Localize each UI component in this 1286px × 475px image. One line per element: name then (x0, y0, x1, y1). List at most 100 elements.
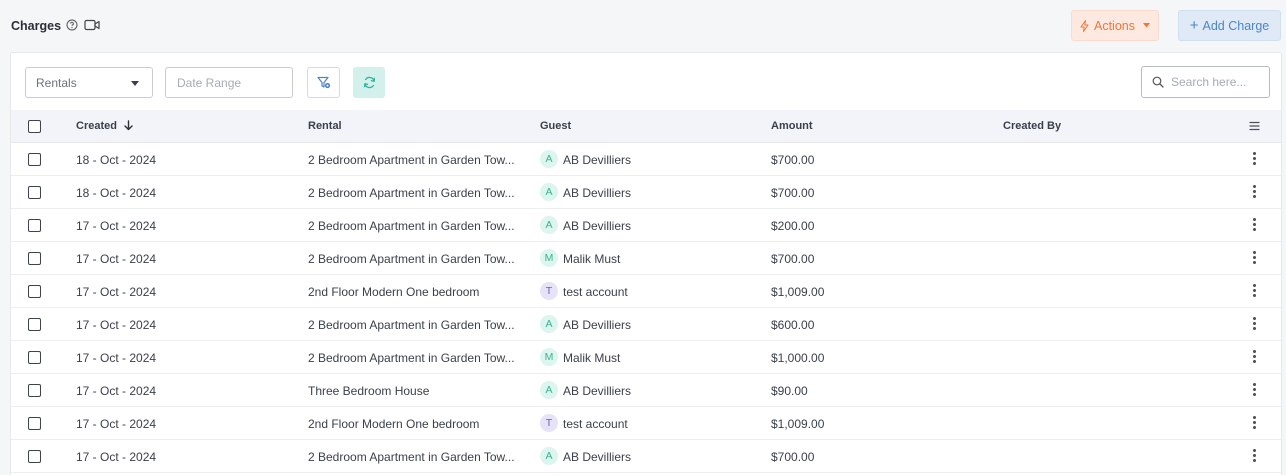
cell-guest[interactable]: AB Devilliers (563, 219, 631, 233)
cell-created: 18 - Oct - 2024 (76, 186, 157, 200)
guest-avatar: A (540, 315, 558, 333)
caret-down-icon (131, 81, 139, 86)
row-options-icon[interactable] (1251, 185, 1257, 199)
cell-rental[interactable]: Three Bedroom House (308, 384, 524, 398)
search-icon (1152, 76, 1164, 88)
refresh-icon (363, 76, 375, 89)
row-checkbox[interactable] (28, 384, 41, 397)
cell-guest[interactable]: test account (563, 417, 628, 431)
row-checkbox[interactable] (28, 351, 41, 364)
cell-created: 17 - Oct - 2024 (76, 417, 157, 431)
table-row[interactable]: 17 - Oct - 2024 2 Bedroom Apartment in Ga… (11, 209, 1281, 242)
row-checkbox[interactable] (28, 252, 41, 265)
guest-avatar: A (540, 381, 558, 399)
cell-amount: $700.00 (771, 252, 815, 266)
guest-avatar: A (540, 216, 558, 234)
filter-button[interactable] (307, 67, 340, 98)
guest-avatar: A (540, 447, 558, 465)
menu-lines-icon[interactable] (1249, 121, 1260, 131)
row-options-icon[interactable] (1251, 350, 1257, 364)
table-row[interactable]: 17 - Oct - 2024 Three Bedroom House A AB De… (11, 374, 1281, 407)
caret-down-icon (1143, 23, 1150, 28)
row-options-icon[interactable] (1251, 317, 1257, 331)
cell-guest[interactable]: AB Devilliers (563, 153, 631, 167)
cell-rental[interactable]: 2 Bedroom Apartment in Garden Tow... (308, 252, 524, 266)
cell-rental[interactable]: 2nd Floor Modern One bedroom (308, 285, 524, 299)
row-options-icon[interactable] (1251, 284, 1257, 298)
cell-created: 17 - Oct - 2024 (76, 318, 157, 332)
actions-label: Actions (1094, 18, 1135, 33)
column-rental[interactable]: Rental (308, 120, 342, 132)
cell-created: 17 - Oct - 2024 (76, 384, 157, 398)
column-guest[interactable]: Guest (540, 120, 571, 132)
table-row[interactable]: 17 - Oct - 2024 2 Bedroom Apartment in Ga… (11, 308, 1281, 341)
row-options-icon[interactable] (1251, 251, 1257, 265)
cell-amount: $700.00 (771, 186, 815, 200)
row-checkbox[interactable] (28, 417, 41, 430)
help-circle-icon[interactable] (66, 19, 78, 31)
video-camera-icon[interactable] (84, 19, 100, 31)
table-row[interactable]: 17 - Oct - 2024 2 Bedroom Apartment in Ga… (11, 242, 1281, 275)
actions-button[interactable]: Actions (1071, 10, 1159, 41)
cell-rental[interactable]: 2 Bedroom Apartment in Garden Tow... (308, 153, 524, 167)
row-checkbox[interactable] (28, 219, 41, 232)
cell-guest[interactable]: AB Devilliers (563, 318, 631, 332)
row-checkbox[interactable] (28, 186, 41, 199)
row-checkbox[interactable] (28, 318, 41, 331)
cell-rental[interactable]: 2nd Floor Modern One bedroom (308, 417, 524, 431)
guest-avatar: M (540, 348, 558, 366)
cell-guest[interactable]: test account (563, 285, 628, 299)
search-box[interactable] (1141, 66, 1270, 98)
column-amount[interactable]: Amount (771, 120, 813, 132)
date-range-input[interactable]: Date Range (165, 67, 293, 98)
row-options-icon[interactable] (1251, 383, 1257, 397)
row-checkbox[interactable] (28, 450, 41, 463)
plus-icon: + (1189, 16, 1199, 34)
row-checkbox[interactable] (28, 285, 41, 298)
refresh-button[interactable] (353, 67, 385, 98)
row-options-icon[interactable] (1251, 416, 1257, 430)
add-charge-button[interactable]: + Add Charge (1178, 10, 1281, 41)
cell-rental[interactable]: 2 Bedroom Apartment in Garden Tow... (308, 351, 524, 365)
cell-rental[interactable]: 2 Bedroom Apartment in Garden Tow... (308, 318, 524, 332)
rentals-select[interactable]: Rentals (25, 67, 153, 98)
top-bar: Charges Actions + Add Charge (0, 0, 1286, 52)
table-row[interactable]: 18 - Oct - 2024 2 Bedroom Apartment in Ga… (11, 176, 1281, 209)
cell-amount: $1,009.00 (771, 417, 825, 431)
cell-guest[interactable]: AB Devilliers (563, 186, 631, 200)
row-checkbox[interactable] (28, 153, 41, 166)
row-options-icon[interactable] (1251, 152, 1257, 166)
cell-rental[interactable]: 2 Bedroom Apartment in Garden Tow... (308, 450, 524, 464)
cell-created: 17 - Oct - 2024 (76, 285, 157, 299)
filter-settings-icon (316, 76, 330, 89)
table-row[interactable]: 17 - Oct - 2024 2 Bedroom Apartment in Ga… (11, 341, 1281, 374)
cell-amount: $700.00 (771, 450, 815, 464)
select-all-checkbox[interactable] (28, 120, 41, 133)
column-created-by[interactable]: Created By (1003, 120, 1061, 132)
guest-avatar: T (540, 414, 558, 432)
guest-avatar: M (540, 249, 558, 267)
cell-guest[interactable]: AB Devilliers (563, 450, 631, 464)
table-body: 18 - Oct - 2024 2 Bedroom Apartment in Ga… (11, 143, 1281, 473)
cell-amount: $1,000.00 (771, 351, 825, 365)
cell-guest[interactable]: AB Devilliers (563, 384, 631, 398)
cell-created: 17 - Oct - 2024 (76, 219, 157, 233)
charges-panel: Rentals Date Range Search here... Create… (10, 52, 1282, 475)
cell-guest[interactable]: Malik Must (563, 252, 620, 266)
column-created[interactable]: Created (76, 120, 133, 132)
table-row[interactable]: 17 - Oct - 2024 2 Bedroom Apartment in Ga… (11, 440, 1281, 473)
cell-amount: $200.00 (771, 219, 815, 233)
cell-amount: $1,009.00 (771, 285, 825, 299)
add-charge-label: Add Charge (1202, 18, 1270, 33)
table-row[interactable]: 18 - Oct - 2024 2 Bedroom Apartment in Ga… (11, 143, 1281, 176)
row-options-icon[interactable] (1251, 218, 1257, 232)
cell-created: 18 - Oct - 2024 (76, 153, 157, 167)
cell-rental[interactable]: 2 Bedroom Apartment in Garden Tow... (308, 186, 524, 200)
search-input[interactable] (1171, 75, 1266, 89)
table-row[interactable]: 17 - Oct - 2024 2nd Floor Modern One bedr… (11, 275, 1281, 308)
row-options-icon[interactable] (1251, 449, 1257, 463)
cell-rental[interactable]: 2 Bedroom Apartment in Garden Tow... (308, 219, 524, 233)
cell-guest[interactable]: Malik Must (563, 351, 620, 365)
guest-avatar: T (540, 282, 558, 300)
table-row[interactable]: 17 - Oct - 2024 2nd Floor Modern One bedr… (11, 407, 1281, 440)
